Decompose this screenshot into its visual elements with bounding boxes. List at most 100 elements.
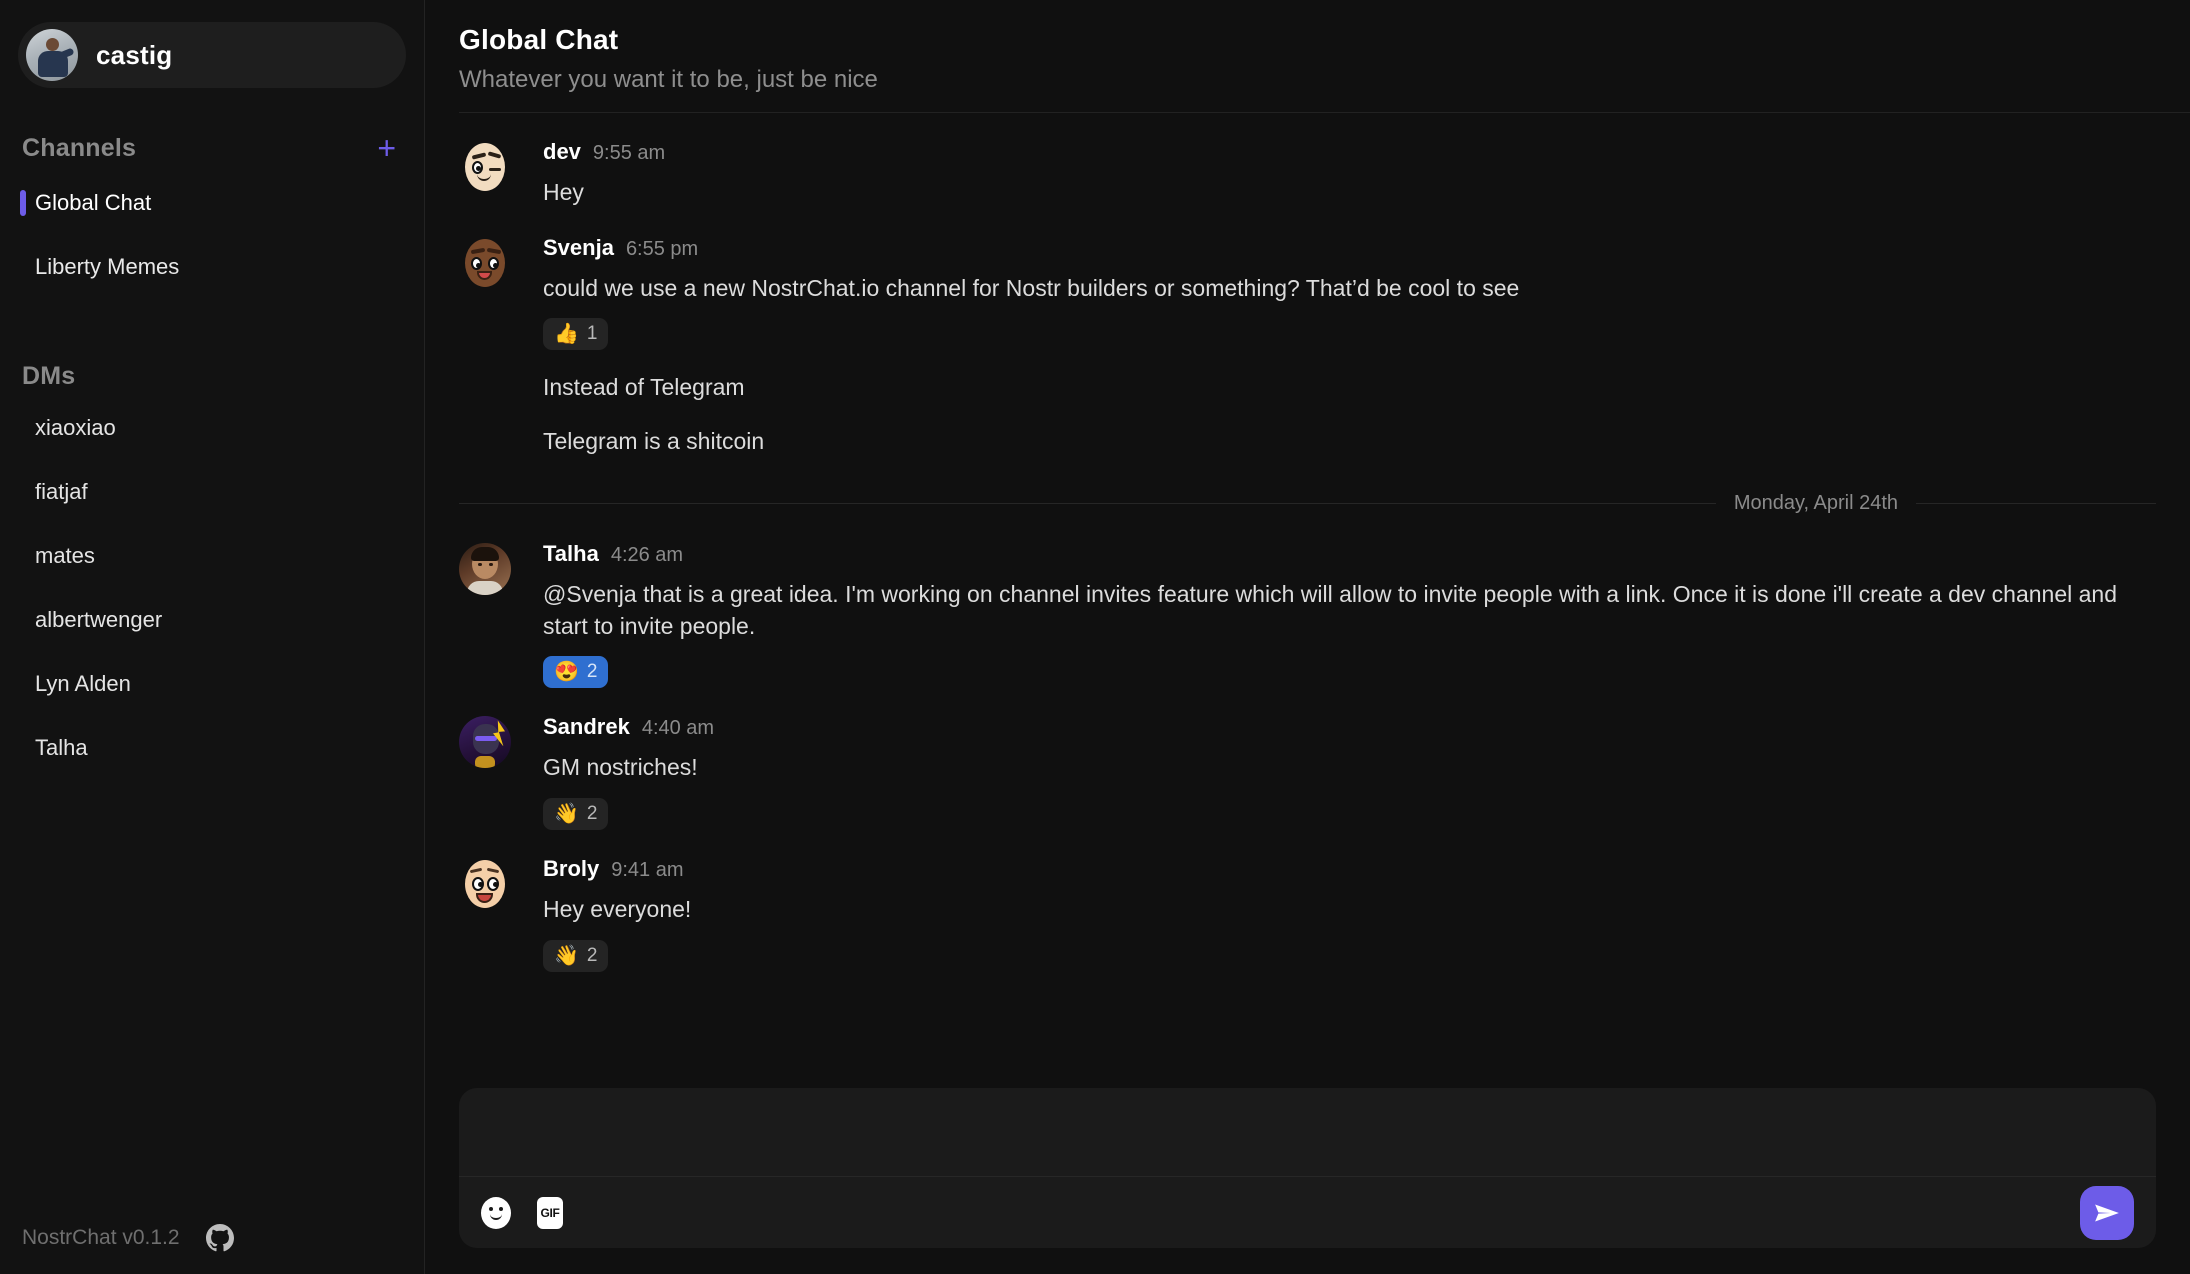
message-body: dev 9:55 am Hey — [543, 139, 2156, 209]
reaction-list: 😍 2 — [543, 656, 2156, 689]
reaction-pill[interactable]: 😍 2 — [543, 656, 609, 689]
channel-description: Whatever you want it to be, just be nice — [459, 66, 878, 93]
message-body: Talha 4:26 am @Svenja that is a great id… — [543, 541, 2156, 689]
reaction-pill[interactable]: 👍 1 — [543, 318, 609, 351]
reaction-count: 2 — [586, 661, 598, 683]
divider-line-right — [1916, 502, 2156, 504]
gif-icon[interactable]: GIF — [537, 1196, 563, 1229]
message-meta: dev 9:55 am — [543, 139, 2156, 165]
dms-section-header: DMs — [0, 362, 424, 391]
app-version-label: NostrChat v0.1.2 — [22, 1226, 180, 1249]
message-timestamp: 9:41 am — [611, 859, 684, 882]
message-input[interactable] — [459, 1088, 2156, 1176]
message-meta: Talha 4:26 am — [543, 541, 2156, 567]
sidebar-item-fiatjaf[interactable]: fiatjaf — [0, 471, 424, 513]
profile-name: castig — [96, 39, 173, 70]
dm-item-label: Lyn Alden — [35, 671, 131, 696]
user-profile-pill[interactable]: castig — [18, 22, 406, 88]
message-timestamp: 4:26 am — [610, 543, 684, 566]
channels-section-title: Channels — [22, 133, 137, 162]
channel-list: Global Chat Liberty Memes — [0, 180, 424, 290]
reaction-emoji: 👋 — [554, 944, 579, 967]
message-author: Sandrek — [543, 714, 630, 740]
sidebar-item-label: Global Chat — [35, 190, 152, 215]
sidebar-footer: NostrChat v0.1.2 — [0, 1224, 424, 1252]
composer-toolbar: GIF — [459, 1176, 2156, 1248]
message-meta: Broly 9:41 am — [543, 856, 2156, 882]
message-text: Hey everyone! — [543, 896, 692, 923]
avatar — [459, 141, 511, 193]
reaction-pill[interactable]: 👋 2 — [543, 798, 609, 831]
reaction-list: 👍 1 — [543, 318, 2156, 351]
send-button[interactable] — [2080, 1185, 2134, 1240]
date-divider: Monday, April 24th — [459, 492, 2156, 515]
reaction-count: 2 — [586, 803, 598, 825]
reaction-count: 2 — [586, 944, 598, 966]
message-author: Broly — [543, 856, 600, 882]
channels-section-header: Channels + — [0, 130, 424, 166]
message-body: Broly 9:41 am Hey everyone! 👋 2 — [543, 856, 2156, 972]
dms-section-title: DMs — [22, 362, 76, 390]
message-author: Talha — [543, 540, 599, 566]
dm-item-label: fiatjaf — [35, 479, 88, 504]
message-body: Sandrek 4:40 am GM nostriches! 👋 2 — [543, 714, 2156, 831]
composer-area: GIF — [425, 1070, 2190, 1274]
message-item: Talha 4:26 am @Svenja that is a great id… — [459, 515, 2156, 689]
message-author: Svenja — [543, 234, 614, 260]
dm-list: xiaoxiao fiatjaf mates albertwenger Lyn … — [0, 407, 424, 769]
sidebar-item-mates[interactable]: mates — [0, 535, 424, 577]
sidebar-item-albertwenger[interactable]: albertwenger — [0, 599, 424, 641]
active-indicator — [20, 190, 26, 216]
emoji-smiley-icon[interactable] — [481, 1196, 511, 1229]
sidebar-item-talha[interactable]: Talha — [0, 727, 424, 769]
message-meta: Svenja 6:55 pm — [543, 235, 2156, 261]
message-timestamp: 4:40 am — [641, 717, 715, 740]
avatar — [459, 716, 511, 769]
dm-item-label: mates — [35, 543, 95, 568]
sidebar-item-label: Liberty Memes — [35, 254, 180, 279]
avatar — [459, 237, 511, 289]
dm-item-label: Talha — [35, 735, 88, 760]
message-text: @Svenja that is a great idea. I'm workin… — [543, 580, 2117, 639]
reaction-emoji: 😍 — [554, 661, 579, 684]
message-text: could we use a new NostrChat.io channel … — [543, 274, 1520, 301]
reaction-emoji: 👋 — [554, 803, 579, 826]
date-divider-label: Monday, April 24th — [1733, 491, 1898, 514]
sidebar: castig Channels + Global Chat Liberty Me… — [0, 0, 425, 1274]
dm-item-label: albertwenger — [35, 607, 163, 632]
message-meta: Sandrek 4:40 am — [543, 714, 2156, 740]
message-timestamp: 9:55 am — [592, 142, 666, 164]
message-item: Broly 9:41 am Hey everyone! 👋 2 — [459, 830, 2156, 972]
reaction-emoji: 👍 — [554, 323, 579, 346]
reaction-count: 1 — [586, 323, 598, 345]
message-text: Telegram is a shitcoin — [543, 428, 765, 455]
message-item: dev 9:55 am Hey — [459, 113, 2156, 209]
message-list: dev 9:55 am Hey Svenja 6:55 pm could we … — [425, 113, 2190, 1070]
add-channel-icon[interactable]: + — [371, 130, 402, 166]
reaction-list: 👋 2 — [543, 798, 2156, 831]
app-root: castig Channels + Global Chat Liberty Me… — [0, 0, 2190, 1274]
github-icon[interactable] — [205, 1224, 234, 1252]
reaction-list: 👋 2 — [543, 939, 2156, 972]
page-title: Global Chat — [459, 24, 619, 55]
message-timestamp: 6:55 pm — [625, 237, 699, 260]
composer: GIF — [459, 1088, 2156, 1248]
message-text: GM nostriches! — [543, 754, 698, 781]
message-author: dev — [543, 139, 581, 164]
divider-line-left — [459, 502, 1716, 504]
avatar — [26, 29, 78, 81]
reaction-pill[interactable]: 👋 2 — [543, 939, 609, 972]
dm-item-label: xiaoxiao — [35, 415, 116, 440]
sidebar-item-xiaoxiao[interactable]: xiaoxiao — [0, 407, 424, 449]
sidebar-item-lyn-alden[interactable]: Lyn Alden — [0, 663, 424, 705]
message-item: Svenja 6:55 pm could we use a new NostrC… — [459, 209, 2156, 458]
sidebar-item-liberty-memes[interactable]: Liberty Memes — [0, 244, 424, 290]
sidebar-item-global-chat[interactable]: Global Chat — [0, 180, 424, 226]
main-panel: Global Chat Whatever you want it to be, … — [425, 0, 2190, 1274]
avatar — [459, 858, 511, 910]
channel-header: Global Chat Whatever you want it to be, … — [425, 0, 2190, 112]
message-text: Instead of Telegram — [543, 374, 745, 401]
avatar — [459, 542, 511, 595]
message-text: Hey — [543, 179, 584, 205]
message-item: Sandrek 4:40 am GM nostriches! 👋 2 — [459, 688, 2156, 831]
